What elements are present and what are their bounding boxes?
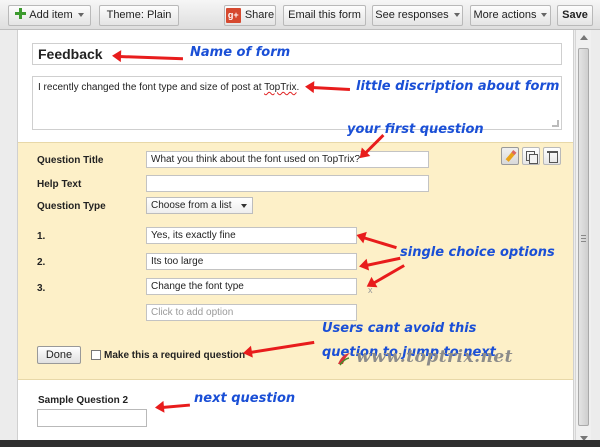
question-title-input[interactable]: What you think about the font used on To…	[146, 151, 429, 168]
scrollbar-thumb[interactable]	[578, 48, 589, 426]
vertical-scrollbar[interactable]	[575, 30, 591, 447]
email-form-button[interactable]: Email this form	[283, 5, 366, 26]
pencil-icon	[505, 150, 517, 162]
share-button[interactable]: g+ Share	[224, 5, 276, 26]
chevron-down-icon	[241, 204, 247, 208]
site-watermark: www.toptrix.net	[356, 347, 514, 367]
chevron-down-icon	[453, 13, 460, 18]
question-type-label: Question Type	[37, 201, 106, 212]
toolbar: Add item Theme: Plain g+ Share Email this…	[0, 0, 600, 30]
add-option-input[interactable]: Click to add option	[146, 304, 357, 321]
sample-question-input[interactable]	[37, 409, 147, 427]
edit-question-button[interactable]	[501, 147, 519, 165]
resize-handle[interactable]	[552, 120, 559, 127]
toptrix-logo-icon	[338, 353, 350, 366]
sample-question-label: Sample Question 2	[38, 395, 129, 406]
help-text-label: Help Text	[37, 179, 82, 190]
window-bottom-edge	[0, 440, 600, 447]
required-label: Make this a required question	[104, 350, 246, 361]
option-input-2[interactable]: Its too large	[146, 253, 357, 270]
help-text-input[interactable]	[146, 175, 429, 192]
save-button[interactable]: Save	[557, 5, 593, 26]
option-number: 1.	[37, 231, 46, 242]
plus-icon	[15, 8, 27, 19]
annotation-required-line-1: Users cant avoid this	[322, 321, 477, 336]
delete-question-button[interactable]	[543, 147, 561, 165]
google-plus-icon: g+	[225, 7, 241, 23]
annotation-name-of-form: Name of form	[190, 45, 291, 60]
chevron-down-icon	[77, 13, 84, 18]
scroll-up-arrow-icon[interactable]	[576, 30, 591, 44]
done-button[interactable]: Done	[37, 346, 81, 364]
annotation-next-question: next question	[194, 391, 296, 406]
more-actions-button[interactable]: More actions	[470, 5, 551, 26]
add-item-button[interactable]: Add item	[8, 5, 91, 26]
question-type-select[interactable]: Choose from a list	[146, 197, 253, 214]
option-input-3[interactable]: Change the font type	[146, 278, 357, 295]
duplicate-question-button[interactable]	[522, 147, 540, 165]
chevron-down-icon	[541, 13, 548, 18]
option-number: 2.	[37, 257, 46, 268]
description-link-text: TopTrix	[264, 82, 297, 93]
option-input-1[interactable]: Yes, its exactly fine	[146, 227, 357, 244]
question-title-label: Question Title	[37, 155, 104, 166]
annotation-options: single choice options	[400, 245, 555, 260]
theme-button[interactable]: Theme: Plain	[99, 5, 179, 26]
annotation-description: little discription about form	[356, 79, 560, 94]
see-responses-button[interactable]: See responses	[372, 5, 463, 26]
annotation-first-question: your first question	[347, 122, 484, 137]
option-number: 3.	[37, 283, 46, 294]
required-checkbox[interactable]	[91, 350, 101, 360]
